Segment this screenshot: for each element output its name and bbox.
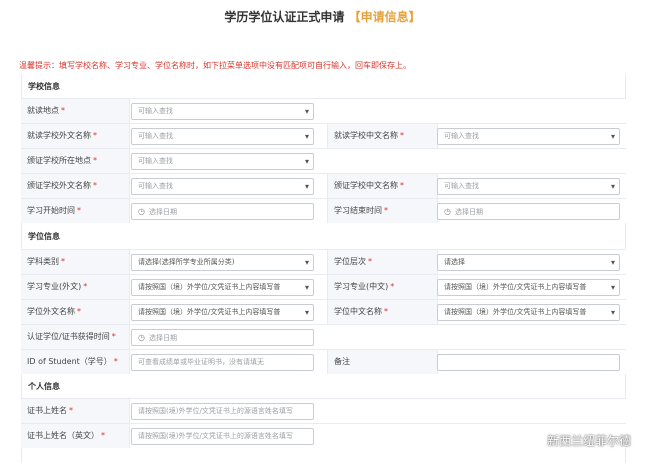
study-location-select[interactable]: 可输入查找 — [131, 103, 314, 120]
label-major-foreign: 学习专业(外文) * — [21, 275, 130, 299]
row-certificate-time: 认证学位/证书获得时间 * ◷ 选择日期 — [21, 324, 626, 349]
label-degree-chinese-name: 学位中文名称 * — [327, 300, 438, 324]
certificate-name-input[interactable]: 请按照国(境)外学位/文凭证书上的源语言姓名填写 — [131, 403, 314, 420]
study-start-date-picker[interactable]: ◷ 选择日期 — [131, 203, 314, 220]
study-end-date-picker[interactable]: ◷ 选择日期 — [437, 203, 620, 220]
label-school-chinese-name: 就读学校中文名称 * — [327, 124, 438, 148]
label-issuing-school-chinese-name: 颁证学校中文名称 * — [327, 174, 438, 198]
warning-tip: 温馨提示：填写学校名称、学习专业、学位名称时，如下拉菜单选项中没有匹配项可自行输… — [19, 61, 411, 70]
remark-input[interactable] — [437, 354, 620, 371]
degree-foreign-name-select[interactable]: 请按照国（境）外学位/文凭证书上内容填写普 — [131, 304, 314, 321]
row-subject: 学科类别* 请选择(选择所学专业所属分类) 学位层次* 请选择 — [21, 249, 626, 274]
student-id-input[interactable]: 可查看成绩单或毕业证明书，没有请填无 — [131, 354, 314, 371]
label-certificate-name-en: 证书上姓名（英文） * — [21, 424, 130, 448]
issuing-school-chinese-name-select[interactable]: 可输入查找 — [437, 178, 620, 195]
clock-icon: ◷ — [444, 207, 451, 216]
label-study-end: 学习结束时间 * — [327, 199, 438, 223]
school-chinese-name-select[interactable]: 可输入查找 — [437, 128, 620, 145]
degree-level-select[interactable]: 请选择 — [437, 254, 620, 271]
issuing-school-location-select[interactable]: 可输入查找 — [131, 153, 314, 170]
label-student-id: ID of Student（学号） * — [21, 350, 130, 374]
label-study-start: 学习开始时间 * — [21, 199, 130, 223]
label-school-foreign-name: 就读学校外文名称 * — [21, 124, 130, 148]
clock-icon: ◷ — [138, 333, 145, 342]
label-subject-category: 学科类别 * — [21, 250, 130, 274]
row-study-period: 学习开始时间 * ◷ 选择日期 学习结束时间 * ◷ 选择日期 — [21, 198, 626, 223]
issuing-school-foreign-name-select[interactable]: 可输入查找 — [131, 178, 314, 195]
row-student-id: ID of Student（学号） * 可查看成绩单或毕业证明书，没有请填无 备注 — [21, 349, 626, 374]
row-certificate-name: 证书上姓名 * 请按照国(境)外学位/文凭证书上的源语言姓名填写 — [21, 398, 626, 423]
clock-icon: ◷ — [138, 207, 145, 216]
degree-chinese-name-select[interactable]: 请按照国（境）外学位/文凭证书上内容填写普 — [437, 304, 620, 321]
major-foreign-select[interactable]: 请按照国（境）外学位/文凭证书上内容填写普 — [131, 279, 314, 296]
school-foreign-name-select[interactable]: 可输入查找 — [131, 128, 314, 145]
watermark: 新西兰纽菲尔德 — [522, 432, 631, 449]
label-remark: 备注 — [327, 350, 438, 374]
subject-category-select[interactable]: 请选择(选择所学专业所属分类) — [131, 254, 314, 271]
row-issuing-location: 颁证学校所在地点 * 可输入查找 — [21, 148, 626, 173]
certificate-name-en-input[interactable]: 请按照国(境)外学位/文凭证书上的源语言姓名填写 — [131, 428, 314, 445]
row-major: 学习专业(外文)* 请按照国（境）外学位/文凭证书上内容填写普 学习专业(中文)… — [21, 274, 626, 299]
wechat-icon — [522, 434, 543, 449]
row-degree-name: 学位外文名称* 请按照国（境）外学位/文凭证书上内容填写普 学位中文名称* 请按… — [21, 299, 626, 324]
section-heading-degree: 学位信息 — [28, 232, 60, 241]
section-heading-personal: 个人信息 — [28, 382, 60, 391]
label-issuing-school-location: 颁证学校所在地点 * — [21, 149, 130, 173]
section-heading-school: 学校信息 — [28, 82, 60, 91]
label-certificate-name: 证书上姓名 * — [21, 399, 130, 423]
label-study-location: 就读地点 * — [21, 99, 130, 123]
label-issuing-school-foreign-name: 颁证学校外文名称 * — [21, 174, 130, 198]
row-issuing-school-name: 颁证学校外文名称* 可输入查找 颁证学校中文名称* 可输入查找 — [21, 173, 626, 198]
major-chinese-select[interactable]: 请按照国（境）外学位/文凭证书上内容填写普 — [437, 279, 620, 296]
label-degree-foreign-name: 学位外文名称 * — [21, 300, 130, 324]
certificate-time-date-picker[interactable]: ◷ 选择日期 — [131, 329, 314, 346]
page-title: 学历学位认证正式申请 【申请信息】 — [224, 10, 421, 24]
row-study-location: 就读地点 * 可输入查找 — [21, 98, 626, 123]
title-highlight: 【申请信息】 — [348, 10, 421, 24]
label-certificate-time: 认证学位/证书获得时间 * — [21, 325, 130, 349]
label-degree-level: 学位层次 * — [327, 250, 438, 274]
label-major-chinese: 学习专业(中文) * — [327, 275, 438, 299]
row-school-name: 就读学校外文名称* 可输入查找 就读学校中文名称* 可输入查找 — [21, 123, 626, 148]
